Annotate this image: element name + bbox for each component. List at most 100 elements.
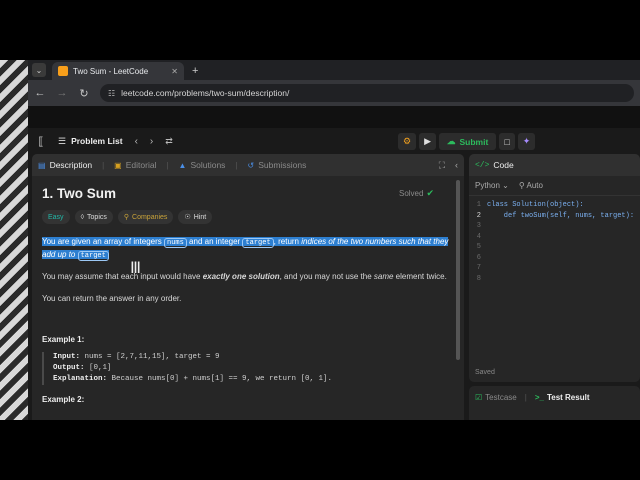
solved-label: Solved (398, 189, 424, 198)
decorative-stripes (0, 60, 28, 420)
tab-description[interactable]: ▤ Description (38, 160, 92, 170)
leetcode-favicon-icon (58, 66, 68, 76)
browser-tabstrip: ⌄ Two Sum - LeetCode ✕ + (28, 60, 640, 80)
tab-title: Two Sum - LeetCode (73, 66, 149, 76)
leetcode-logo-icon[interactable]: ⟦ (34, 134, 48, 148)
tab-label: Test Result (546, 392, 590, 402)
example-line: Explanation: Because nums[0] + nums[1] =… (53, 374, 454, 385)
code-panel: </> Code Python ⌄ ⚲ Auto 1 class Solution… (469, 154, 640, 382)
test-tabs: ☑ Testcase | >_ Test Result (469, 386, 640, 408)
code-line: 1 class Solution(object): (469, 200, 640, 211)
divider: | (166, 160, 169, 170)
divider: | (102, 160, 105, 170)
run-icon[interactable]: ▶ (419, 133, 436, 150)
code-panel-title: Code (493, 160, 514, 170)
new-tab-icon[interactable]: + (192, 65, 198, 77)
submit-button[interactable]: ☁ Submit (439, 133, 497, 150)
editor-toolbar: Python ⌄ ⚲ Auto (469, 176, 640, 196)
back-icon[interactable]: ← (34, 87, 46, 99)
prev-problem-icon[interactable]: ‹ (135, 136, 138, 147)
topics-chip[interactable]: ◊ Topics (74, 210, 113, 224)
inline-code: target (242, 238, 274, 248)
example-line: Output: [0,1] (53, 363, 454, 374)
scrollbar[interactable] (456, 180, 460, 360)
selected-text[interactable]: You are given an array of integers nums … (42, 237, 449, 261)
code-editor[interactable]: 1 class Solution(object): 2 def twoSum(se… (469, 196, 640, 288)
tab-label: Solutions (190, 160, 226, 170)
tab-solutions[interactable]: ▲ Solutions (179, 160, 226, 170)
line-number: 4 (476, 232, 481, 241)
tab-search-icon[interactable]: ⌄ (32, 63, 46, 77)
ai-assistant-icon[interactable]: ✦ (517, 133, 536, 150)
cloud-upload-icon: ☁ (447, 136, 456, 146)
tab-submissions[interactable]: ↺ Submissions (248, 160, 307, 170)
tab-label: Testcase (485, 392, 517, 402)
shuffle-icon[interactable]: ⇄ (165, 136, 173, 147)
example-block: Input: nums = [2,7,11,15], target = 9 Ou… (42, 352, 454, 385)
chip-label: Topics (87, 213, 107, 221)
example-value: Because nums[0] + nums[1] == 9, we retur… (107, 375, 333, 383)
example-title: Example 1: (42, 335, 85, 344)
tab-label: Submissions (258, 160, 307, 170)
description-tabs: ▤ Description | ▣ Editorial | ▲ Solution… (32, 154, 464, 176)
line-number: 7 (476, 264, 481, 272)
text-run: and an integer (186, 237, 243, 246)
text-run: You are given an array of (42, 237, 134, 246)
debug-icon[interactable]: ⚙ (398, 133, 417, 150)
solved-status: Solved ✔ (399, 188, 434, 199)
browser-tab[interactable]: Two Sum - LeetCode ✕ (52, 62, 184, 80)
forward-icon[interactable]: → (56, 87, 68, 99)
companies-chip[interactable]: ⚲ Companies (117, 210, 174, 224)
hint-chip[interactable]: ☉ Hint (178, 210, 213, 224)
code-icon: </> (475, 160, 490, 170)
tab-label: Editorial (125, 160, 157, 170)
problem-list-link[interactable]: Problem List (71, 136, 122, 146)
tab-testcase[interactable]: ☑ Testcase (475, 393, 517, 402)
chip-label: Companies (132, 213, 168, 221)
text-cursor-icon: Ⅲ (130, 258, 142, 277)
code-line: 3 (469, 221, 640, 232)
statement-paragraph: You may assume that each input would hav… (42, 271, 454, 283)
description-body: 1. Two Sum Solved ✔ Easy ◊ Topics ⚲ Comp… (32, 176, 464, 420)
line-number: 1 (476, 201, 481, 209)
submit-label: Submit (459, 136, 489, 147)
problem-title: 1. Two Sum (42, 186, 117, 201)
problem-statement: You are given an array of integers nums … (42, 236, 454, 262)
save-status: Saved (475, 369, 495, 376)
tab-editorial[interactable]: ▣ Editorial (114, 160, 156, 170)
autocomplete-toggle[interactable]: ⚲ Auto (519, 181, 543, 190)
chip-label: Hint (193, 213, 207, 221)
line-text: class Solution(object): (487, 201, 584, 209)
close-icon[interactable]: ✕ (171, 67, 178, 76)
divider: | (524, 392, 527, 402)
url-text: leetcode.com/problems/two-sum/descriptio… (121, 88, 290, 98)
maximize-icon[interactable]: ⛶ (439, 160, 445, 171)
reload-icon[interactable]: ↻ (78, 87, 90, 100)
site-info-icon[interactable]: ☷ (108, 89, 115, 98)
example-label: Explanation: (53, 375, 108, 383)
line-text: def twoSum(self, nums, target): (487, 211, 635, 220)
language-label: Python (475, 181, 500, 190)
line-number: 8 (476, 274, 481, 283)
language-select[interactable]: Python ⌄ (475, 181, 509, 190)
statement-paragraph: You can return the answer in any order. (42, 294, 182, 303)
lock-icon: ⚲ (518, 181, 525, 190)
next-problem-icon[interactable]: › (150, 136, 153, 147)
example-label: Output: (53, 364, 85, 372)
checkbox-icon: ☑ (475, 392, 483, 402)
notes-icon[interactable]: □ (499, 133, 515, 150)
inline-code: target (77, 251, 109, 261)
autocomplete-label: Auto (526, 181, 543, 190)
url-input[interactable]: ☷ leetcode.com/problems/two-sum/descript… (100, 84, 634, 102)
collapse-icon[interactable]: ‹ (455, 160, 458, 171)
code-line: 2 def twoSum(self, nums, target): (469, 211, 640, 222)
code-line: 8 (469, 274, 640, 285)
line-number: 3 (476, 222, 481, 230)
list-icon[interactable]: ☰ (58, 136, 66, 147)
text-run: integers (133, 237, 165, 246)
leetcode-header: ⟦ ☰ Problem List ‹ › ⇄ ⚙ ▶ ☁ Submit □ ✦ (28, 128, 640, 154)
text-run: exactly one solution (202, 272, 280, 281)
tab-test-result[interactable]: >_ Test Result (535, 393, 590, 402)
code-line: 6 (469, 253, 640, 264)
flask-icon: ▲ (178, 160, 187, 170)
